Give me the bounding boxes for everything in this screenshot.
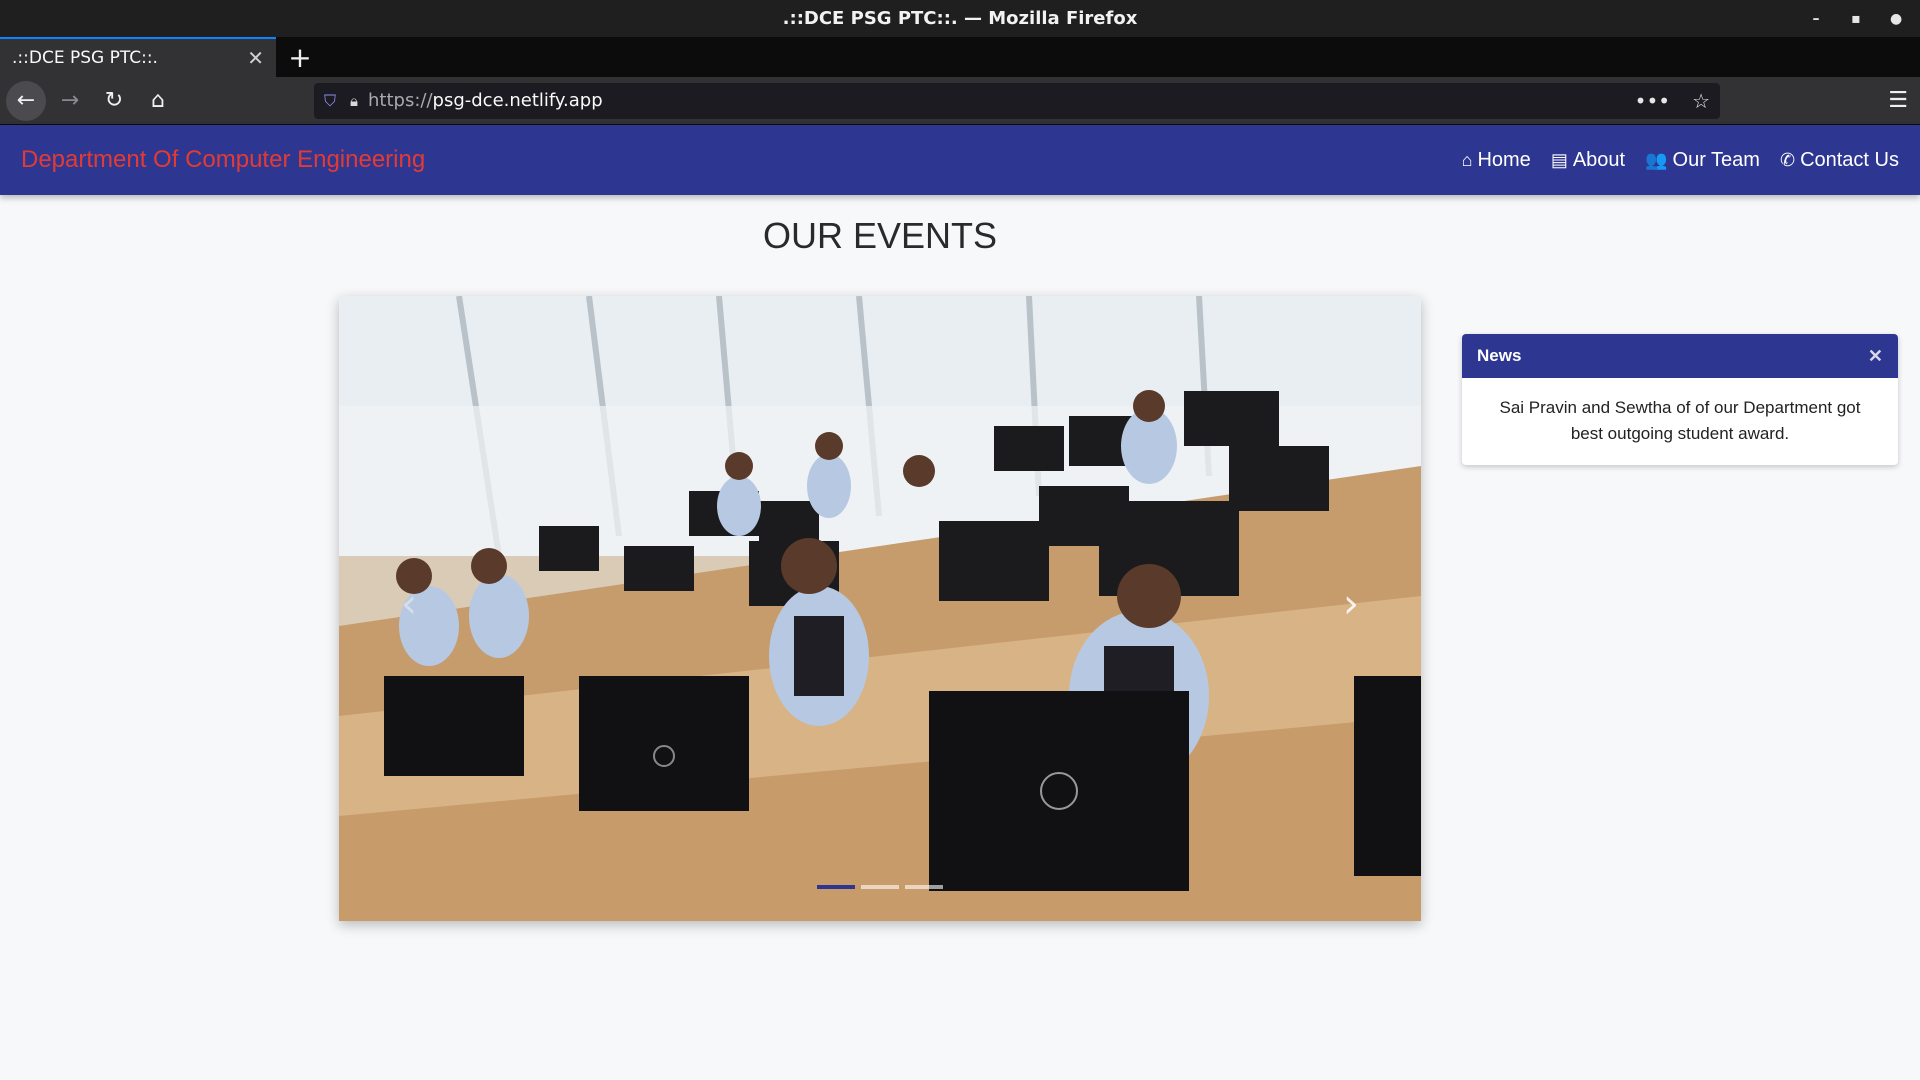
carousel-indicators <box>339 885 1421 889</box>
nav-home-link[interactable]: ⌂ Home <box>1462 149 1531 172</box>
tab-label: .::DCE PSG PTC::. <box>12 48 158 68</box>
site-nav: ⌂ Home ▤ About 👥 Our Team ✆ Contact Us <box>1462 149 1899 172</box>
carousel-indicator-3[interactable] <box>905 885 943 889</box>
back-button[interactable]: ← <box>6 80 46 121</box>
forward-button[interactable]: → <box>50 81 90 121</box>
window-title: .::DCE PSG PTC::. — Mozilla Firefox <box>782 8 1138 29</box>
window-titlebar: .::DCE PSG PTC::. — Mozilla Firefox – ▪ … <box>0 0 1920 37</box>
url-protocol: https:// <box>368 90 433 111</box>
nav-home-label: Home <box>1477 148 1531 171</box>
newspaper-icon: ▤ <box>1550 149 1568 170</box>
home-icon: ⌂ <box>1461 149 1473 170</box>
carousel-slide-photo <box>339 296 1421 921</box>
window-controls: – ▪ ● <box>1810 0 1903 37</box>
shield-icon[interactable]: ⛉ <box>324 91 336 111</box>
carousel-next-icon[interactable]: › <box>1343 581 1359 627</box>
carousel-indicator-1[interactable] <box>817 885 855 889</box>
url-host: psg-dce.netlify.app <box>432 90 603 111</box>
news-header: News ✕ <box>1462 334 1898 378</box>
nav-contact-label: Contact Us <box>1800 148 1899 171</box>
url-bar[interactable]: ⛉ 🔒︎ https:// psg-dce.netlify.app ••• ☆ <box>314 82 1720 119</box>
news-panel: News ✕ Sai Pravin and Sewtha of of our D… <box>1462 334 1898 465</box>
maximize-button[interactable]: ▪ <box>1850 11 1862 27</box>
news-close-icon[interactable]: ✕ <box>1868 346 1883 367</box>
tab-close-icon[interactable]: ✕ <box>247 46 264 70</box>
browser-navbar: ← → ↻ ⌂ ⛉ 🔒︎ https:// psg-dce.netlify.ap… <box>0 77 1920 125</box>
site-header: Department Of Computer Engineering ⌂ Hom… <box>0 125 1920 195</box>
reload-button[interactable]: ↻ <box>94 81 134 121</box>
bookmark-star-icon[interactable]: ☆ <box>1692 89 1710 113</box>
main-content: OUR EVENTS ‹ › News ✕ Sai Pravin and Sew… <box>0 195 1920 994</box>
nav-team-label: Our Team <box>1672 148 1760 171</box>
news-body: Sai Pravin and Sewtha of of our Departme… <box>1499 398 1861 443</box>
nav-team-link[interactable]: 👥 Our Team <box>1645 149 1760 172</box>
tab-strip: .::DCE PSG PTC::. ✕ + <box>0 37 1920 77</box>
new-tab-button[interactable]: + <box>276 37 324 77</box>
tab-active[interactable]: .::DCE PSG PTC::. ✕ <box>0 37 276 77</box>
page-actions-icon[interactable]: ••• <box>1635 89 1670 113</box>
events-carousel[interactable]: ‹ › <box>339 296 1421 921</box>
close-window-button[interactable]: ● <box>1890 11 1902 27</box>
events-title: OUR EVENTS <box>762 215 998 256</box>
nav-about-link[interactable]: ▤ About <box>1551 149 1625 172</box>
news-title: News <box>1477 346 1522 365</box>
home-button[interactable]: ⌂ <box>138 81 178 121</box>
carousel-prev-icon[interactable]: ‹ <box>401 581 417 627</box>
nav-contact-link[interactable]: ✆ Contact Us <box>1780 149 1899 172</box>
nav-about-label: About <box>1572 148 1626 171</box>
hamburger-menu-icon[interactable]: ☰ <box>1888 88 1908 113</box>
lock-icon[interactable]: 🔒︎ <box>350 92 358 110</box>
site-brand[interactable]: Department Of Computer Engineering <box>21 146 425 174</box>
users-icon: 👥 <box>1645 149 1668 170</box>
carousel-indicator-2[interactable] <box>861 885 899 889</box>
minimize-button[interactable]: – <box>1810 11 1822 27</box>
phone-icon: ✆ <box>1779 149 1796 170</box>
